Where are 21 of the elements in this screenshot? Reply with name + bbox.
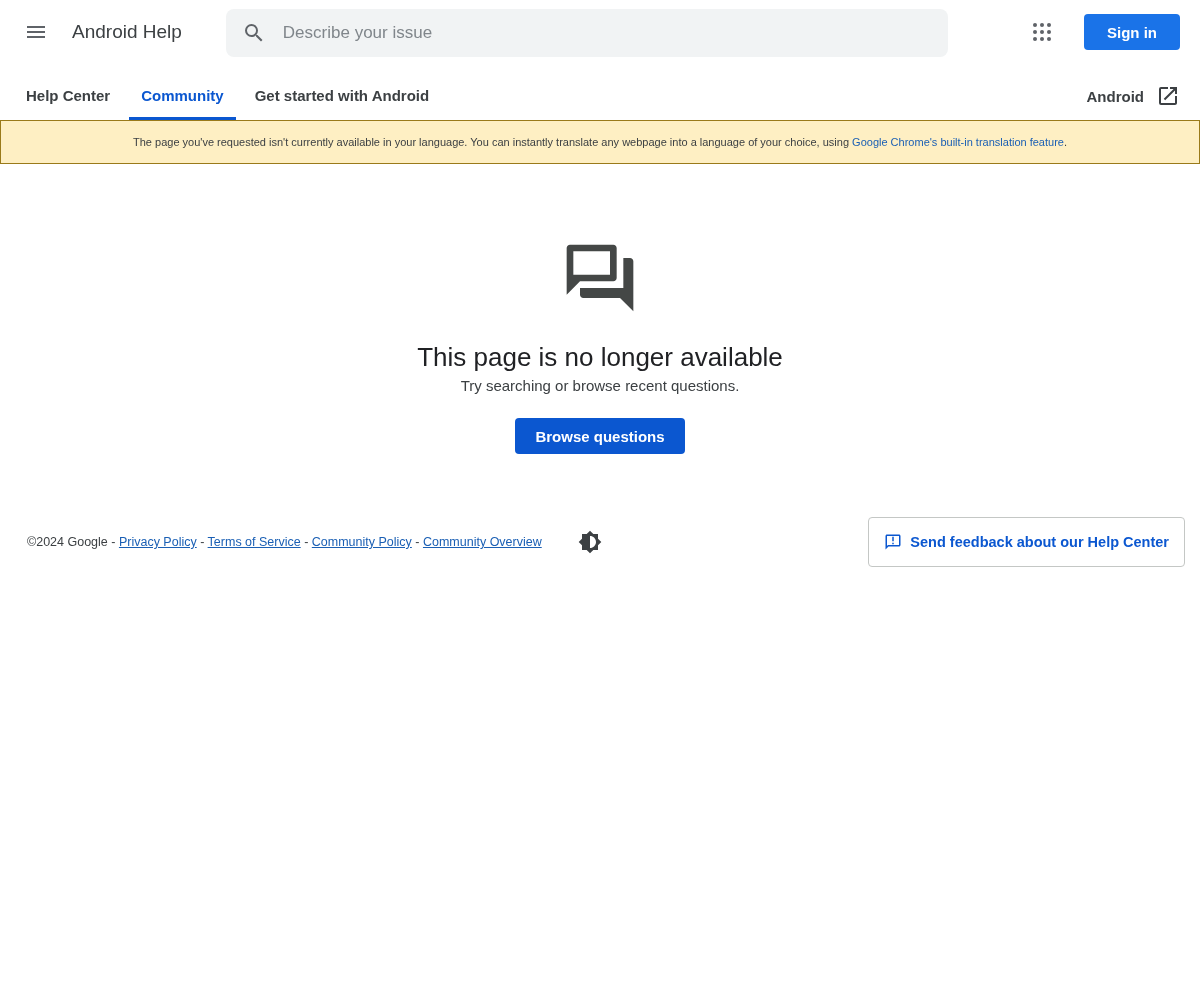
footer-link[interactable]: Community Overview [422, 535, 542, 549]
notice-text: The page you've requested isn't currently available in your language. You can instantly translate any webpage into a language of your choice, using Google Chrome's built-in translation feature. [133, 136, 1067, 148]
nav-tab[interactable]: Help Center [14, 64, 123, 120]
page-heading: This page is no longer available [417, 342, 783, 373]
footer-text: ©2024 Google - Privacy Policy - Terms of Service - Community Policy - Community Overview [27, 535, 542, 549]
feedback-button[interactable]: Send feedback about our Help Center [868, 517, 1185, 567]
apps-grid-icon[interactable] [1033, 23, 1051, 41]
feedback-icon [884, 533, 903, 551]
sign-in-button[interactable]: Sign in [1084, 14, 1180, 50]
site-title[interactable]: Android Help [72, 21, 182, 43]
footer-link[interactable]: Community Policy [311, 535, 412, 549]
translation-link[interactable]: Google Chrome's built-in translation feature [852, 136, 1064, 148]
external-link[interactable]: Android [1086, 79, 1144, 105]
subtitle-text: Try searching or browse recent questions. [460, 377, 740, 394]
footer-link[interactable]: Privacy Policy [118, 535, 197, 549]
external-link-icon[interactable] [1156, 84, 1180, 108]
nav-tab[interactable]: Get started with Android [242, 64, 442, 120]
footer-link[interactable]: Terms of Service [207, 535, 301, 549]
brightness-icon[interactable] [577, 530, 602, 554]
browse-questions-button[interactable]: Browse questions [515, 418, 685, 454]
search-field[interactable]: Describe your issue [225, 9, 948, 57]
